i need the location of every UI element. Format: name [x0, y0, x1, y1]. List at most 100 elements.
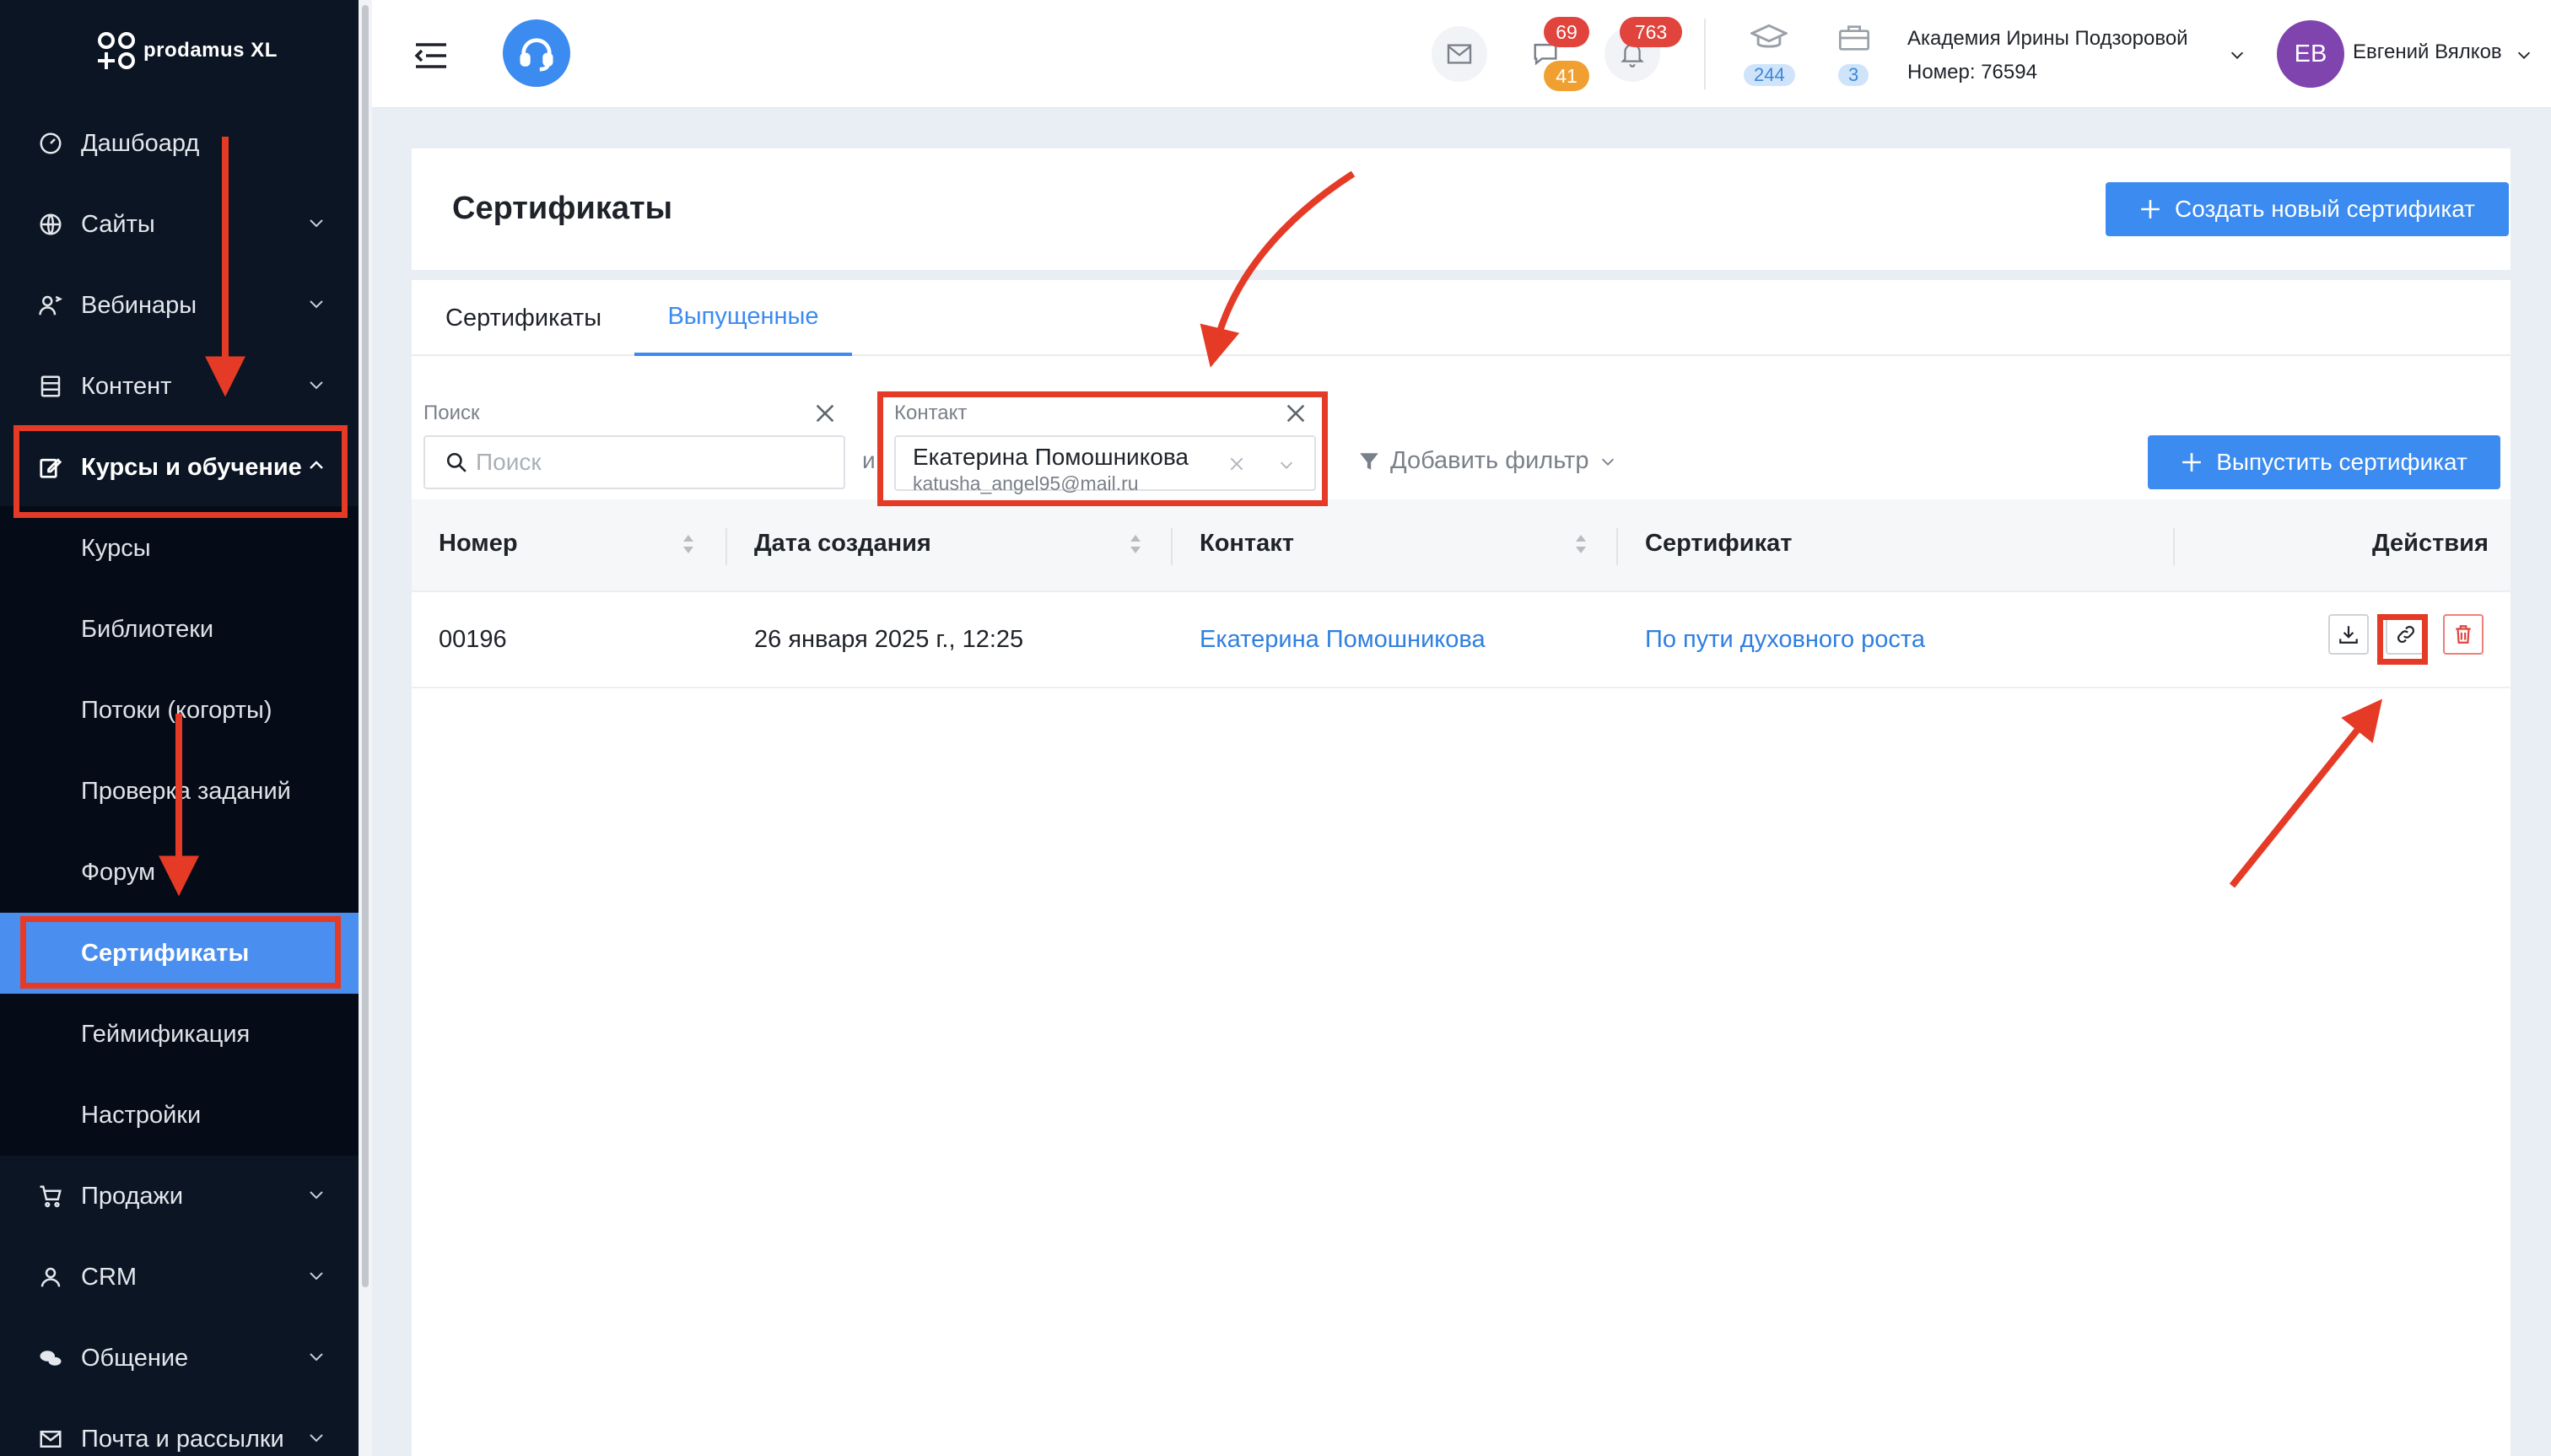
highlight-box [13, 425, 348, 518]
avatar[interactable]: ЕВ [2277, 20, 2344, 88]
scrollbar-thumb[interactable] [362, 5, 369, 1287]
mail-icon [37, 1426, 64, 1453]
sidebar-item-dashboard[interactable]: Дашбоард [0, 103, 359, 184]
support-button[interactable] [503, 19, 570, 87]
graduation-cap-icon[interactable] [1750, 22, 1788, 54]
download-icon [2339, 626, 2358, 644]
chevron-down-icon [310, 300, 323, 309]
column-divider [2173, 528, 2175, 565]
chevron-down-icon[interactable] [2228, 46, 2246, 64]
trash-icon [2456, 625, 2471, 644]
column-contact[interactable]: Контакт [1200, 530, 1294, 558]
create-certificate-button[interactable]: Создать новый сертификат [2106, 182, 2509, 236]
account-name: Академия Ирины Подзоровой [1907, 27, 2188, 50]
brand-logo[interactable]: prodamus XL [98, 32, 278, 69]
sidebar-item-mail[interactable]: Почта и рассылки [0, 1399, 359, 1456]
search-input[interactable]: Поиск [423, 435, 845, 489]
delete-button[interactable] [2443, 614, 2484, 655]
sidebar-subitem-settings[interactable]: Настройки [0, 1075, 359, 1156]
sidebar-subitem-assignments[interactable]: Проверка заданий [0, 751, 359, 832]
sidebar-subitem-gamification[interactable]: Геймификация [0, 994, 359, 1075]
page-header: Сертификаты Создать новый сертификат [412, 148, 2511, 270]
sidebar-subitem-cohorts[interactable]: Потоки (когорты) [0, 670, 359, 751]
sidebar-subitem-courses[interactable]: Курсы [0, 508, 359, 589]
chat-count-badge: 69 [1544, 17, 1589, 47]
envelope-icon [1447, 44, 1472, 64]
sidebar-scrollbar[interactable] [359, 0, 372, 1456]
students-count: 244 [1744, 64, 1795, 86]
table-header: Номер Дата создания Контакт Сертификат Д… [412, 499, 2511, 592]
sidebar-item-label: Общение [81, 1344, 189, 1372]
user-name[interactable]: Евгений Вялков [2353, 40, 2502, 64]
chevron-down-icon[interactable] [2515, 46, 2533, 64]
table-row: 00196 26 января 2025 г., 12:25 Екатерина… [412, 592, 2511, 688]
sidebar-item-webinars[interactable]: Вебинары [0, 265, 359, 346]
sidebar-subitem-libraries[interactable]: Библиотеки [0, 589, 359, 670]
sort-icon[interactable] [682, 531, 695, 557]
plus-icon [2182, 453, 2202, 472]
cases-count: 3 [1838, 64, 1869, 86]
column-created[interactable]: Дата создания [754, 530, 931, 558]
sidebar-item-label: Вебинары [81, 291, 197, 319]
cell-created: 26 января 2025 г., 12:25 [754, 626, 1024, 653]
column-number[interactable]: Номер [439, 530, 518, 558]
add-filter-label: Добавить фильтр [1390, 447, 1589, 474]
webinar-icon [37, 292, 64, 319]
add-filter-button[interactable]: Добавить фильтр [1358, 447, 1617, 475]
tabs: Сертификаты Выпущенные [412, 280, 2511, 356]
globe-icon [37, 211, 64, 238]
column-certificate: Сертификат [1645, 530, 1793, 557]
search-icon [446, 452, 467, 472]
certificate-link[interactable]: По пути духовного роста [1645, 626, 1925, 654]
sidebar-item-crm[interactable]: CRM [0, 1237, 359, 1318]
plus-icon [2141, 200, 2160, 218]
close-icon[interactable] [813, 402, 837, 425]
sidebar-item-label: Сайты [81, 210, 155, 238]
sidebar-item-label: Продажи [81, 1182, 184, 1210]
tab-issued[interactable]: Выпущенные [634, 280, 852, 356]
menu-collapse-icon[interactable] [414, 42, 448, 69]
chevron-down-icon [310, 1191, 323, 1200]
mail-button[interactable] [1432, 26, 1487, 82]
sidebar-item-label: Дашбоард [81, 129, 200, 157]
sidebar-item-sales[interactable]: Продажи [0, 1156, 359, 1237]
content-icon [37, 373, 64, 400]
briefcase-icon[interactable] [1837, 24, 1871, 52]
sidebar-item-content[interactable]: Контент [0, 346, 359, 427]
sidebar-item-label: Контент [81, 372, 172, 400]
sidebar-item-label: CRM [81, 1263, 138, 1291]
column-actions: Действия [2372, 530, 2489, 557]
cart-icon [37, 1183, 64, 1210]
sort-icon[interactable] [1574, 531, 1588, 557]
sort-icon[interactable] [1129, 531, 1142, 557]
sidebar-item-communication[interactable]: Общение [0, 1318, 359, 1399]
notifications-badge: 763 [1620, 17, 1682, 47]
issue-certificate-button[interactable]: Выпустить сертификат [2148, 435, 2500, 489]
chat-secondary-badge: 41 [1544, 61, 1589, 91]
highlight-box [2377, 614, 2428, 665]
chat-icon [37, 1345, 64, 1372]
sidebar-item-label: Почта и рассылки [81, 1425, 284, 1453]
chevron-down-icon [310, 381, 323, 390]
contact-link[interactable]: Екатерина Помошникова [1200, 626, 1486, 654]
chevron-down-icon [310, 1272, 323, 1281]
column-divider [1171, 528, 1173, 565]
sidebar-subitem-forum[interactable]: Форум [0, 832, 359, 913]
gauge-icon [37, 130, 64, 157]
download-button[interactable] [2328, 614, 2369, 655]
chevron-down-icon [1602, 458, 1615, 466]
column-divider [725, 528, 727, 565]
logo-icon [98, 32, 135, 69]
tab-certificates[interactable]: Сертификаты [445, 280, 601, 356]
user-icon [37, 1264, 64, 1291]
certificates-panel: Сертификаты Выпущенные Поиск Поиск и Кон… [412, 280, 2511, 1456]
create-certificate-label: Создать новый сертификат [2175, 196, 2475, 222]
sidebar-item-sites[interactable]: Сайты [0, 184, 359, 265]
cell-number: 00196 [439, 626, 507, 653]
topbar-divider [1704, 19, 1706, 89]
and-conjunction: и [862, 447, 876, 473]
chevron-down-icon [310, 1353, 323, 1362]
account-switcher[interactable]: Академия Ирины Подзоровой Номер: 76594 [1907, 22, 2188, 89]
highlight-box [20, 916, 341, 989]
column-divider [1616, 528, 1618, 565]
